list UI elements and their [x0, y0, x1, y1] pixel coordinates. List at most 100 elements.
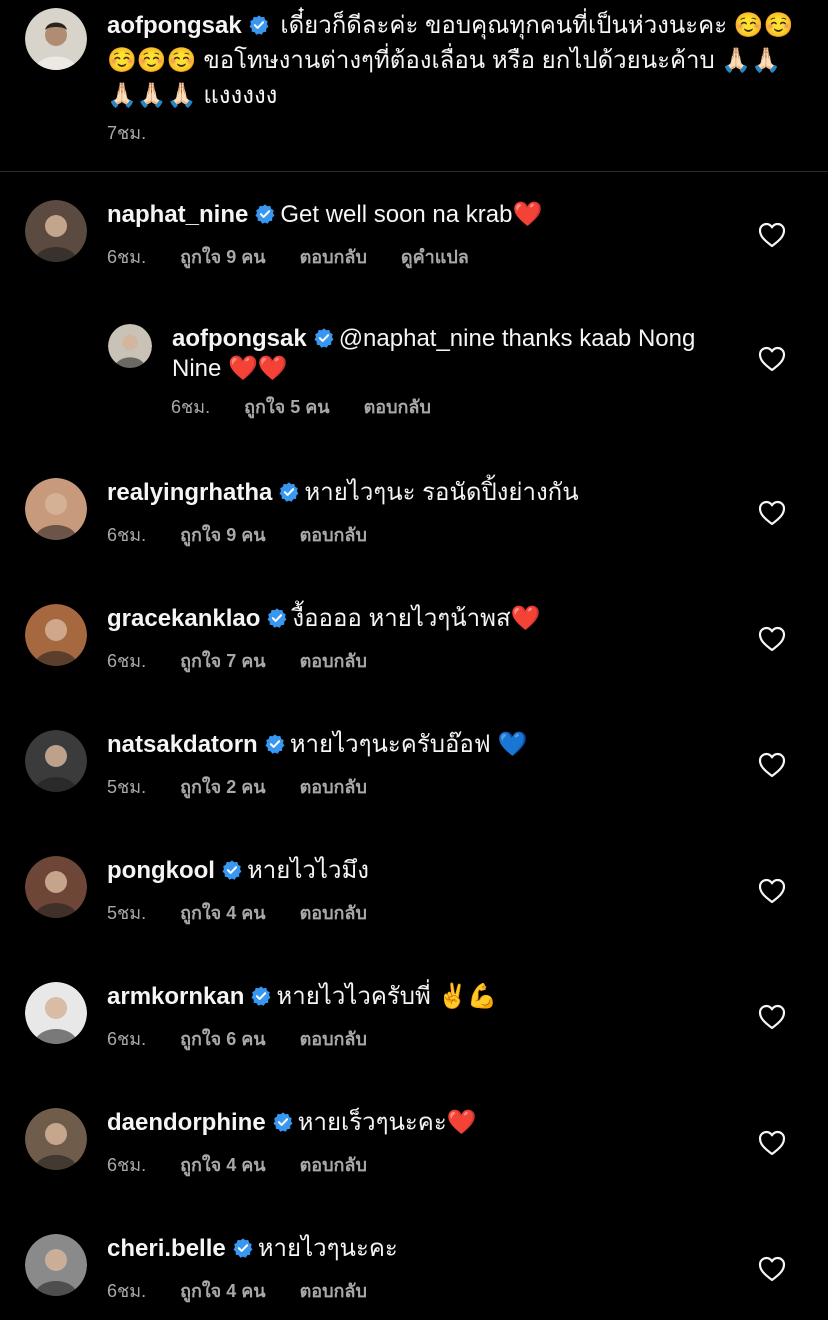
reply-button[interactable]: ตอบกลับ [300, 772, 367, 801]
comment-text: aofpongsak @naphat_nine thanks kaab Nong … [172, 324, 742, 384]
verified-badge-icon [221, 859, 243, 881]
comment-username[interactable]: gracekanklao [107, 605, 260, 632]
heart-outline-icon[interactable] [758, 752, 786, 778]
comment-meta: 5ชม. ถูกใจ 4 คน ตอบกลับ [107, 898, 367, 927]
reply-button[interactable]: ตอบกลับ [300, 1276, 367, 1305]
caption-body: aofpongsak เดี๋ยวก็ดีละค่ะ ขอบคุณทุกคนที… [107, 8, 797, 113]
post-caption: aofpongsak เดี๋ยวก็ดีละค่ะ ขอบคุณทุกคนที… [0, 0, 828, 172]
comment-meta: 6ชม. ถูกใจ 4 คน ตอบกลับ [107, 1150, 367, 1179]
comment-meta: 6ชม. ถูกใจ 4 คน ตอบกลับ [107, 1276, 367, 1305]
comment-text: armkornkan หายไวไวครับพี่ ✌️💪 [107, 982, 747, 1012]
heart-outline-icon[interactable] [758, 1256, 786, 1282]
avatar-image [25, 730, 87, 792]
comment-body: หายไวๆนะคะ [257, 1235, 398, 1262]
comment-meta: 6ชม. ถูกใจ 9 คน ตอบกลับ ดูคำแปล [107, 242, 469, 271]
comment-time: 5ชม. [107, 777, 147, 797]
comment-username[interactable]: cheri.belle [107, 1235, 226, 1262]
likes-count[interactable]: ถูกใจ 2 คน [180, 772, 266, 801]
avatar-image [25, 200, 87, 262]
comment-meta: 6ชม. ถูกใจ 6 คน ตอบกลับ [107, 1024, 367, 1053]
reply-button[interactable]: ตอบกลับ [300, 1024, 367, 1053]
avatar-image [25, 604, 87, 666]
comment-meta: 6ชม. ถูกใจ 9 คน ตอบกลับ [107, 520, 367, 549]
comment-time: 6ชม. [107, 1281, 147, 1301]
avatar-image [25, 856, 87, 918]
comment-time: 6ชม. [107, 651, 147, 671]
verified-badge-icon [266, 607, 288, 629]
comment-text: naphat_nine Get well soon na krab❤️ [107, 200, 747, 230]
avatar-image [25, 982, 87, 1044]
likes-count[interactable]: ถูกใจ 4 คน [180, 898, 266, 927]
likes-count[interactable]: ถูกใจ 9 คน [180, 242, 266, 271]
comment-body: งื้ออออ หายไวๆน้าพส❤️ [292, 605, 541, 632]
see-translation-button[interactable]: ดูคำแปล [401, 242, 469, 271]
avatar[interactable] [25, 200, 87, 262]
comment-text: cheri.belle หายไวๆนะคะ [107, 1234, 747, 1264]
comment-meta: 6ชม. ถูกใจ 7 คน ตอบกลับ [107, 646, 367, 675]
avatar[interactable] [108, 324, 152, 368]
heart-outline-icon[interactable] [758, 878, 786, 904]
comment-text: natsakdatorn หายไวๆนะครับอ๊อฟ 💙 [107, 730, 747, 760]
comment-time: 6ชม. [107, 525, 147, 545]
likes-count[interactable]: ถูกใจ 7 คน [180, 646, 266, 675]
verified-badge-icon [254, 203, 276, 225]
comment-text: realyingrhatha หายไวๆนะ รอนัดปิ้งย่างกัน [107, 478, 747, 508]
avatar[interactable] [25, 604, 87, 666]
comment-username[interactable]: daendorphine [107, 1109, 266, 1136]
reply-button[interactable]: ตอบกลับ [364, 392, 431, 421]
comment-time: 6ชม. [171, 397, 211, 417]
reply-button[interactable]: ตอบกลับ [300, 898, 367, 927]
comment-time: 5ชม. [107, 903, 147, 923]
comment-body: หายไวๆนะครับอ๊อฟ 💙 [289, 731, 528, 758]
comment-text: pongkool หายไวไวมึง [107, 856, 747, 886]
comment-time: 6ชม. [107, 1029, 147, 1049]
verified-badge-icon [264, 733, 286, 755]
avatar[interactable] [25, 856, 87, 918]
comment-body: หายเร็วๆนะคะ❤️ [297, 1109, 477, 1136]
verified-badge-icon [313, 327, 335, 349]
heart-outline-icon[interactable] [758, 1130, 786, 1156]
verified-badge-icon [272, 1111, 294, 1133]
reply-button[interactable]: ตอบกลับ [300, 242, 367, 271]
comment-body: หายไวไวครับพี่ ✌️💪 [276, 983, 498, 1010]
caption-time: 7ชม. [107, 123, 147, 143]
comment-meta: 6ชม. ถูกใจ 5 คน ตอบกลับ [171, 392, 431, 421]
comment-username[interactable]: pongkool [107, 857, 215, 884]
heart-outline-icon[interactable] [758, 626, 786, 652]
avatar-image [25, 8, 87, 70]
comment-username[interactable]: naphat_nine [107, 201, 248, 228]
comment-username[interactable]: realyingrhatha [107, 479, 272, 506]
avatar[interactable] [25, 730, 87, 792]
avatar[interactable] [25, 1108, 87, 1170]
heart-outline-icon[interactable] [758, 500, 786, 526]
comment-body: หายไวๆนะ รอนัดปิ้งย่างกัน [304, 479, 579, 506]
comment-username[interactable]: natsakdatorn [107, 731, 258, 758]
heart-outline-icon[interactable] [758, 222, 786, 248]
comment-meta: 5ชม. ถูกใจ 2 คน ตอบกลับ [107, 772, 367, 801]
avatar-image [25, 1108, 87, 1170]
likes-count[interactable]: ถูกใจ 5 คน [244, 392, 330, 421]
heart-outline-icon[interactable] [758, 346, 786, 372]
verified-badge-icon [278, 481, 300, 503]
verified-badge-icon [250, 985, 272, 1007]
likes-count[interactable]: ถูกใจ 6 คน [180, 1024, 266, 1053]
likes-count[interactable]: ถูกใจ 9 คน [180, 520, 266, 549]
caption-username[interactable]: aofpongsak [107, 12, 242, 39]
reply-button[interactable]: ตอบกลับ [300, 646, 367, 675]
avatar[interactable] [25, 1234, 87, 1296]
reply-button[interactable]: ตอบกลับ [300, 1150, 367, 1179]
reply-button[interactable]: ตอบกลับ [300, 520, 367, 549]
avatar[interactable] [25, 8, 87, 70]
comments-screen: aofpongsak เดี๋ยวก็ดีละค่ะ ขอบคุณทุกคนที… [0, 0, 828, 1320]
avatar[interactable] [25, 982, 87, 1044]
avatar[interactable] [25, 478, 87, 540]
likes-count[interactable]: ถูกใจ 4 คน [180, 1276, 266, 1305]
comment-text: gracekanklao งื้ออออ หายไวๆน้าพส❤️ [107, 604, 747, 634]
avatar-image [25, 478, 87, 540]
comment-username[interactable]: armkornkan [107, 983, 244, 1010]
avatar-image [108, 324, 152, 368]
comment-username[interactable]: aofpongsak [172, 325, 307, 352]
verified-badge-icon [232, 1237, 254, 1259]
heart-outline-icon[interactable] [758, 1004, 786, 1030]
likes-count[interactable]: ถูกใจ 4 คน [180, 1150, 266, 1179]
